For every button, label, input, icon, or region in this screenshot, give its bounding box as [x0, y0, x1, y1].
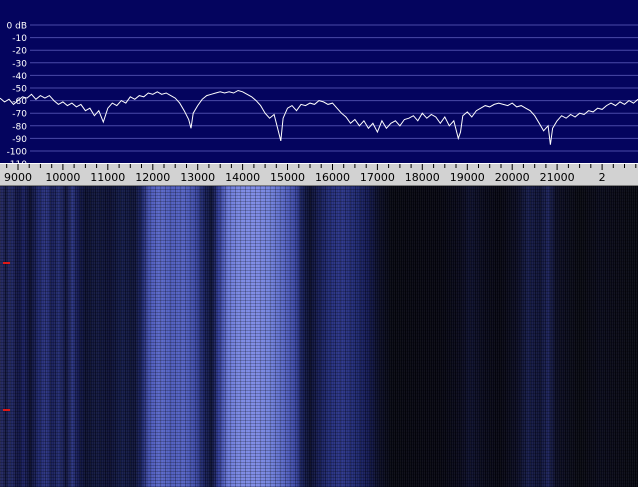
db-label: -50 [12, 85, 27, 95]
spectrum-trace [0, 89, 638, 145]
db-label: -80 [12, 122, 27, 132]
waterfall-display[interactable] [0, 186, 638, 487]
db-label: -20 [12, 47, 27, 57]
db-label: -90 [12, 135, 27, 145]
frequency-label: 10000 [45, 171, 80, 184]
frequency-ruler[interactable]: 9000 10000 11000 12000 13000 14000 15000 16000 1… [0, 163, 638, 186]
frequency-label: 15000 [270, 171, 305, 184]
time-marker [3, 262, 10, 264]
frequency-label: 2 [599, 171, 606, 184]
frequency-label: 14000 [225, 171, 260, 184]
spectrum-analyzer-app: 0 dB-10-20-30-40-50-60-70-80-90-100-110 … [0, 0, 638, 487]
frequency-label: 18000 [405, 171, 440, 184]
frequency-label: 20000 [495, 171, 530, 184]
frequency-ruler-svg: 9000 10000 11000 12000 13000 14000 15000 16000 1… [4, 164, 637, 184]
frequency-label: 17000 [360, 171, 395, 184]
db-label: -40 [12, 72, 27, 82]
frequency-label: 9000 [4, 171, 32, 184]
frequency-label: 11000 [90, 171, 125, 184]
spectrum-plot[interactable]: 0 dB-10-20-30-40-50-60-70-80-90-100-110 [0, 0, 638, 163]
db-label: -30 [12, 59, 27, 69]
frequency-label: 12000 [135, 171, 170, 184]
waterfall-texture [0, 186, 638, 487]
time-marker [3, 409, 10, 411]
frequency-label: 21000 [540, 171, 575, 184]
db-label: -10 [12, 34, 27, 44]
spectrum-plot-svg: 0 dB-10-20-30-40-50-60-70-80-90-100-110 [0, 22, 638, 163]
frequency-label: 13000 [180, 171, 215, 184]
frequency-label: 19000 [450, 171, 485, 184]
frequency-label: 16000 [315, 171, 350, 184]
db-label: -70 [12, 110, 27, 120]
db-label: 0 dB [7, 22, 27, 32]
db-label: -100 [7, 148, 28, 158]
